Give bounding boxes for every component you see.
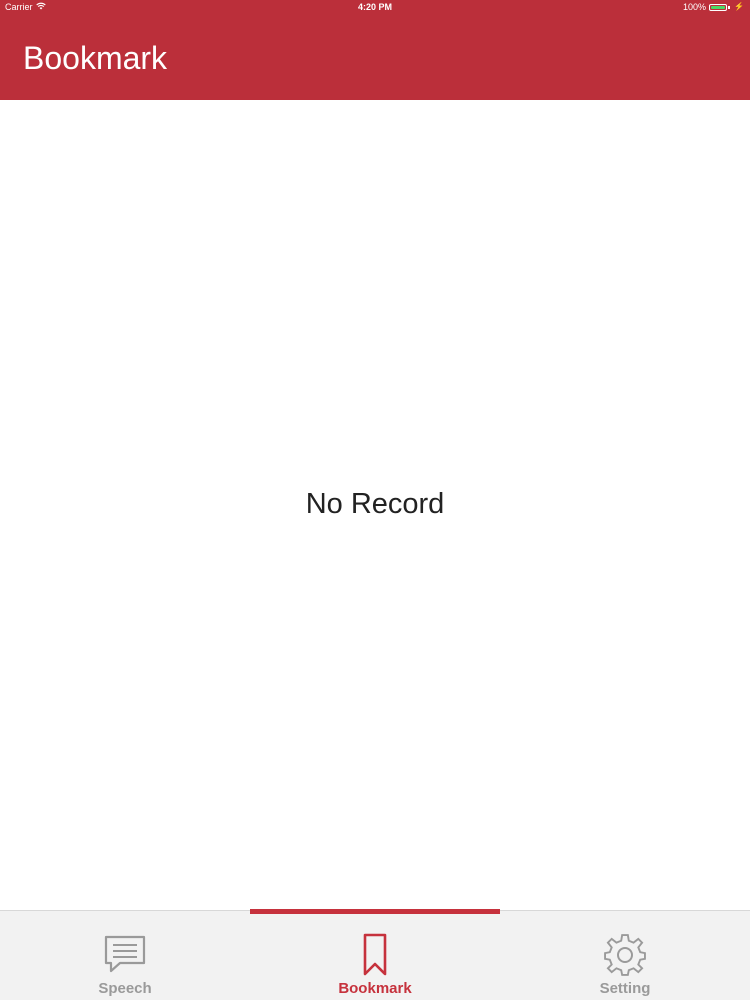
bookmark-list-area: No Record (0, 100, 750, 910)
app-screen: Carrier 4:20 PM 100% ⚡ Bookmark No Recor… (0, 0, 750, 1000)
status-right: 100% ⚡ (683, 0, 744, 14)
tab-speech-label: Speech (98, 980, 152, 997)
tab-setting[interactable]: Setting (500, 911, 750, 1000)
navigation-bar: Bookmark (0, 14, 750, 100)
status-time: 4:20 PM (357, 2, 392, 12)
speech-bubble-icon (102, 933, 148, 977)
tab-bookmark-label: Bookmark (338, 980, 412, 997)
status-bar: Carrier 4:20 PM 100% ⚡ (0, 0, 750, 14)
battery-tip (728, 6, 731, 9)
battery-level-fill (711, 6, 726, 9)
tab-bookmark[interactable]: Bookmark (250, 909, 500, 1000)
bookmark-icon (352, 933, 398, 977)
tab-bar: Speech Bookmark Setting (0, 909, 750, 1000)
empty-state-message: No Record (305, 488, 445, 520)
gear-icon (602, 933, 648, 977)
page-title: Bookmark (23, 40, 168, 76)
active-tab-indicator (250, 909, 500, 914)
tab-speech[interactable]: Speech (0, 911, 250, 1000)
tab-setting-label: Setting (599, 980, 651, 997)
charging-bolt-icon: ⚡ (734, 2, 744, 11)
battery-percent: 100% (683, 2, 707, 12)
battery-icon (709, 4, 728, 11)
